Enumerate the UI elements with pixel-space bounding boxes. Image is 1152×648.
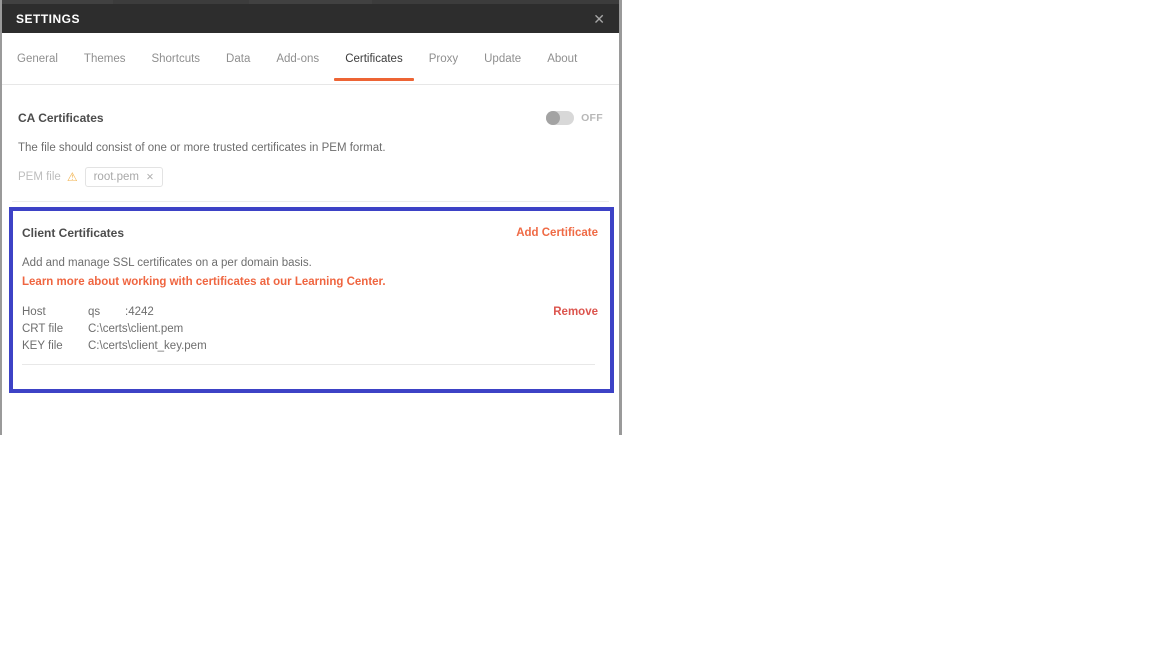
host-value: qs :4242	[88, 304, 154, 321]
crt-file-value: C:\certs\client.pem	[88, 323, 184, 335]
crt-file-row: CRT file C:\certs\client.pem	[22, 321, 598, 338]
certificate-entry: Host qs :4242 Remove CRT file C:\certs\cl…	[22, 304, 598, 355]
dialog-titlebar: SETTINGS ✕	[2, 4, 619, 33]
key-file-value: C:\certs\client_key.pem	[88, 340, 207, 352]
tab-data[interactable]: Data	[226, 33, 250, 84]
client-certificates-description: Add and manage SSL certificates on a per…	[22, 257, 312, 269]
host-row: Host qs :4242 Remove	[22, 304, 598, 321]
pem-file-label: PEM file	[18, 171, 61, 183]
key-file-row: KEY file C:\certs\client_key.pem	[22, 338, 598, 355]
warning-icon: ⚠	[66, 170, 78, 184]
add-certificate-button[interactable]: Add Certificate	[516, 227, 598, 239]
dialog-title: SETTINGS	[16, 11, 81, 26]
tab-proxy[interactable]: Proxy	[429, 33, 458, 84]
pem-file-row: PEM file ⚠ root.pem ✕	[18, 167, 603, 187]
toggle-state-label: OFF	[581, 112, 603, 124]
ca-certificates-section: CA Certificates OFF The file should cons…	[2, 85, 619, 201]
ca-certificates-toggle[interactable]: OFF	[546, 111, 603, 125]
tab-certificates[interactable]: Certificates	[334, 33, 414, 84]
client-certificates-highlight: Client Certificates Add Certificate Add …	[9, 207, 614, 393]
ca-certificates-title: CA Certificates	[18, 111, 104, 125]
tab-general[interactable]: General	[17, 33, 58, 84]
section-divider	[12, 201, 609, 202]
settings-dialog: SETTINGS ✕ General Themes Shortcuts Data…	[0, 0, 622, 435]
tab-bar: General Themes Shortcuts Data Add-ons Ce…	[2, 33, 619, 85]
remove-certificate-button[interactable]: Remove	[553, 304, 598, 321]
host-label: Host	[22, 306, 46, 318]
chip-remove-icon[interactable]: ✕	[146, 172, 154, 183]
learning-center-link[interactable]: Learn more about working with certificat…	[22, 276, 598, 288]
pem-file-chip-name: root.pem	[93, 171, 139, 183]
tab-update[interactable]: Update	[484, 33, 521, 84]
key-file-label: KEY file	[22, 340, 63, 352]
tab-shortcuts[interactable]: Shortcuts	[151, 33, 200, 84]
client-certificates-section: Client Certificates Add Certificate Add …	[13, 211, 610, 389]
host-name: qs	[88, 306, 101, 318]
toggle-knob[interactable]	[546, 111, 561, 125]
host-port: :4242	[125, 306, 154, 318]
client-certificates-title: Client Certificates	[22, 226, 125, 240]
crt-file-label: CRT file	[22, 323, 64, 335]
tab-about[interactable]: About	[547, 33, 577, 84]
tab-themes[interactable]: Themes	[84, 33, 126, 84]
tab-addons[interactable]: Add-ons	[276, 33, 319, 84]
toggle-pill[interactable]	[546, 111, 575, 125]
pem-file-chip[interactable]: root.pem ✕	[84, 167, 163, 187]
close-icon[interactable]: ✕	[593, 12, 605, 26]
ca-certificates-description: The file should consist of one or more t…	[18, 142, 386, 154]
certificate-entry-divider	[22, 364, 595, 365]
